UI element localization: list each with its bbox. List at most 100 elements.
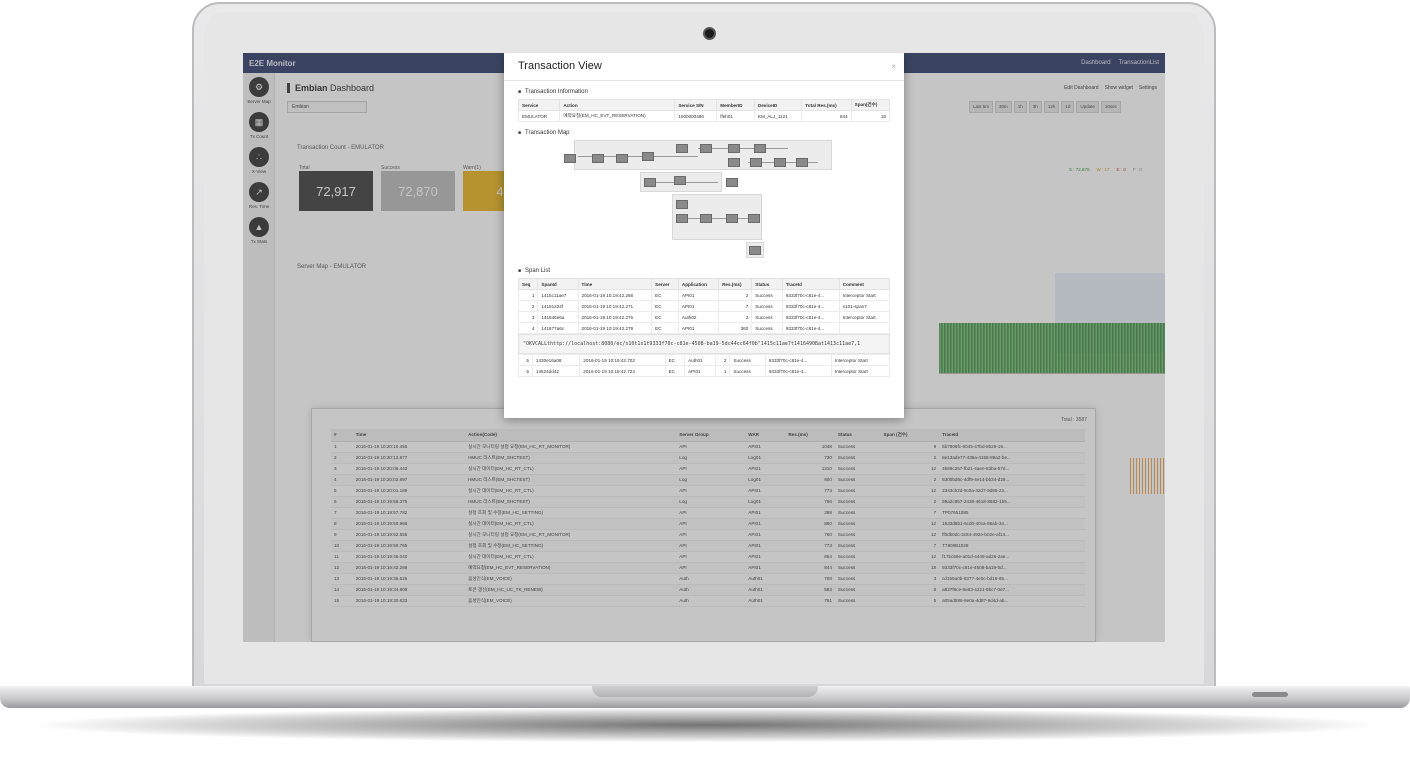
map-node[interactable] xyxy=(644,178,656,187)
column-header: Seq xyxy=(518,278,539,290)
camera-icon xyxy=(703,27,716,40)
table-cell: 2016-01-19 10:19:42.271 xyxy=(577,300,653,312)
table-cell: Auth02 xyxy=(677,311,720,323)
column-header: DeviceID xyxy=(753,99,803,111)
transaction-info-table: Service Action Service S/N MemberID DeviceID… xyxy=(517,99,891,122)
table-cell: 18 xyxy=(850,110,891,122)
map-node[interactable] xyxy=(564,154,576,163)
table-cell: 14191224f xyxy=(537,300,579,312)
transaction-info-title: Transaction Information xyxy=(518,89,890,95)
table-header-row: Seq SpanId Time Server Application Res.(ms) St… xyxy=(518,278,890,290)
span-table: Seq SpanId Time Server Application Res.(ms) St… xyxy=(518,278,890,334)
map-node[interactable] xyxy=(728,144,740,153)
map-node[interactable] xyxy=(674,176,686,185)
table-cell: 2 xyxy=(718,311,753,323)
table-row[interactable]: 6 14524dd42 2016-01-19 10:19:42.724 EC API01… xyxy=(518,365,890,377)
map-node[interactable] xyxy=(726,178,738,187)
table-cell: s101-span7 xyxy=(838,300,890,312)
table-cell: 3 xyxy=(518,311,539,323)
map-node[interactable] xyxy=(754,144,766,153)
table-cell: 2 xyxy=(518,300,539,312)
map-node[interactable] xyxy=(749,246,761,255)
column-header: SpanId xyxy=(537,278,579,290)
modal-header: Transaction View × xyxy=(504,53,904,81)
map-node[interactable] xyxy=(750,158,762,167)
map-node[interactable] xyxy=(726,214,738,223)
column-header: Res.(ms) xyxy=(718,278,753,290)
table-row[interactable]: 5 1430e16a08 2016-01-19 10:19:42.702 EC Auth… xyxy=(518,354,890,366)
table-cell: 14524dd42 xyxy=(531,365,581,377)
table-cell: 1000000486 xyxy=(674,110,718,122)
table-row[interactable]: 2 14191224f 2016-01-19 10:19:42.271 EC API01… xyxy=(518,300,890,312)
table-cell: 5 xyxy=(518,354,533,366)
table-cell: EC xyxy=(664,365,686,377)
table-cell: 141677a6c xyxy=(537,322,579,334)
table-row[interactable]: 3 141646e6a 2016-01-19 10:19:42.276 EC Auth0… xyxy=(518,311,890,323)
table-row[interactable]: 4 141677a6c 2016-01-19 10:19:42.279 EC API01… xyxy=(518,322,890,334)
table-cell: 2 xyxy=(718,289,753,301)
table-row[interactable]: 1 1415c11ae7 2016-01-19 10:19:42.268 EC API0… xyxy=(518,289,890,301)
table-header-row: Service Action Service S/N MemberID DeviceID… xyxy=(517,99,891,111)
map-node[interactable] xyxy=(728,158,740,167)
column-header: Span(건수) xyxy=(850,99,891,111)
table-cell: 141646e6a xyxy=(537,311,579,323)
table-cell: 1415c11ae7 xyxy=(537,289,579,301)
map-node[interactable] xyxy=(676,200,688,209)
table-cell: Success xyxy=(729,354,766,366)
table-cell: 2016-01-19 10:19:42.724 xyxy=(579,365,666,377)
map-node[interactable] xyxy=(642,152,654,161)
close-icon[interactable]: × xyxy=(891,62,896,71)
table-cell: 9333f70c-c81e-4... xyxy=(764,354,832,366)
table-row: EMULATOR 예약요청(EM_HC_EVT_RESERVATION) 10000… xyxy=(517,110,891,122)
table-cell: 6 xyxy=(518,365,533,377)
column-header: MemberID xyxy=(716,99,755,111)
column-header: Time xyxy=(577,278,653,290)
transaction-view-modal: Transaction View × Transaction Informati… xyxy=(504,53,904,418)
table-cell: ffeh01 xyxy=(716,110,755,122)
map-node[interactable] xyxy=(592,154,604,163)
map-node[interactable] xyxy=(700,144,712,153)
table-cell: API01 xyxy=(677,300,720,312)
span-payload-code: "OKVCALLthttp://localhost:8080/ec/s10t1s… xyxy=(518,334,890,354)
laptop-shadow xyxy=(40,708,1370,742)
laptop-notch xyxy=(592,686,818,697)
screen: E2E Monitor Dashboard TransactionList ⚙ … xyxy=(243,53,1165,642)
table-cell: 844 xyxy=(801,110,852,122)
table-cell: 9333f70c-c81e-4... xyxy=(781,300,840,312)
map-node[interactable] xyxy=(616,154,628,163)
table-cell: Interceptor Start xyxy=(830,365,890,377)
table-cell: Success xyxy=(751,322,783,334)
transaction-map[interactable] xyxy=(518,140,890,258)
map-node[interactable] xyxy=(676,144,688,153)
table-cell: Interceptor Start xyxy=(838,311,890,323)
modal-title: Transaction View xyxy=(518,60,602,72)
table-cell: Interceptor Start xyxy=(830,354,890,366)
transaction-map-title: Transaction Map xyxy=(518,130,890,136)
map-node[interactable] xyxy=(796,158,808,167)
map-node[interactable] xyxy=(676,214,688,223)
span-table-continued: 5 1430e16a08 2016-01-19 10:19:42.702 EC Auth… xyxy=(518,354,890,377)
column-header: Total Res.(ms) xyxy=(801,99,852,111)
span-list-scroll[interactable]: Seq SpanId Time Server Application Res.(ms) St… xyxy=(518,278,890,408)
map-node[interactable] xyxy=(700,214,712,223)
map-node[interactable] xyxy=(774,158,786,167)
table-cell: 2 xyxy=(715,354,731,366)
table-cell: 7 xyxy=(718,300,753,312)
table-cell: EC xyxy=(664,354,686,366)
table-cell: EMULATOR xyxy=(517,110,561,122)
column-header: Comment xyxy=(838,278,890,290)
table-cell: EC xyxy=(651,289,679,301)
table-cell: 360 xyxy=(718,322,753,334)
table-cell: 9333f70c-c81e-4... xyxy=(781,289,840,301)
table-cell: API01 xyxy=(684,365,717,377)
table-cell: Success xyxy=(751,289,783,301)
table-cell: 예약요청(EM_HC_EVT_RESERVATION) xyxy=(559,110,676,122)
column-header: Service S/N xyxy=(674,99,718,111)
table-cell: KM_ALJ_1121 xyxy=(753,110,803,122)
table-cell: Success xyxy=(751,311,783,323)
column-header: Service xyxy=(517,99,561,111)
table-cell: 1 xyxy=(715,365,731,377)
map-edge xyxy=(678,218,754,219)
table-cell: EC xyxy=(651,300,679,312)
map-node[interactable] xyxy=(748,214,760,223)
